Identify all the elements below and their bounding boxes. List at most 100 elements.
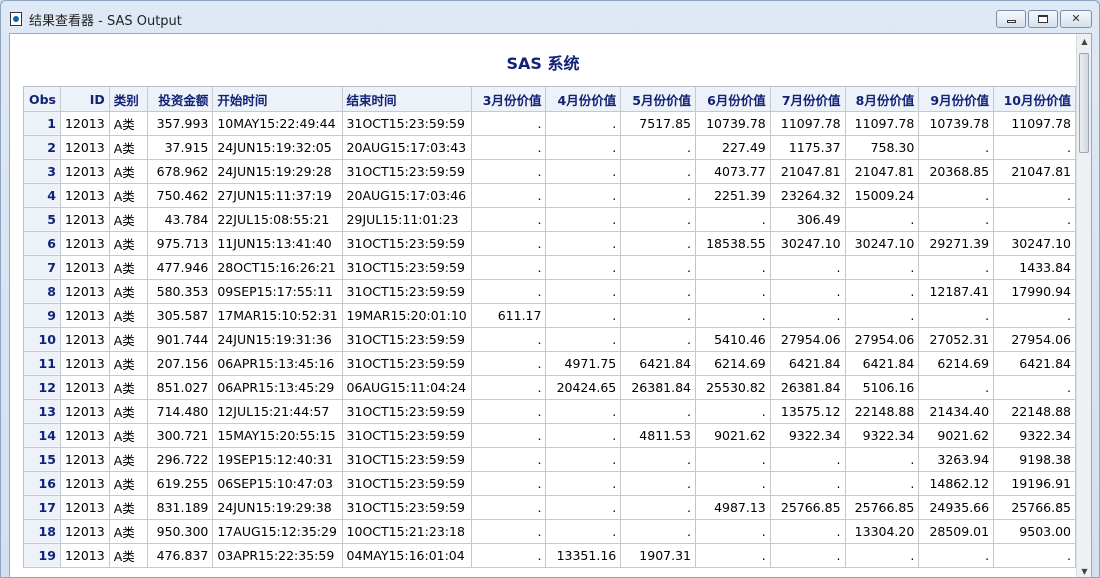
cell-id: 12013 — [60, 112, 110, 136]
cell-category: A类 — [109, 472, 148, 496]
obs-cell: 14 — [24, 424, 61, 448]
cell-aug-value: 15009.24 — [845, 184, 920, 208]
cell-end-time: 31OCT15:23:59:59 — [342, 352, 472, 376]
cell-sep-value: 27052.31 — [919, 328, 995, 352]
cell-id: 12013 — [60, 544, 110, 568]
cell-start-time: 27JUN15:11:37:19 — [213, 184, 343, 208]
cell-category: A类 — [109, 304, 148, 328]
cell-end-time: 04MAY15:16:01:04 — [342, 544, 472, 568]
cell-sep-value: 3263.94 — [919, 448, 995, 472]
cell-investment: 678.962 — [147, 160, 214, 184]
scroll-down-arrow-icon[interactable]: ▼ — [1077, 564, 1091, 577]
cell-investment: 296.722 — [147, 448, 214, 472]
cell-mar-value: . — [471, 208, 547, 232]
cell-jun-value: 10739.78 — [696, 112, 771, 136]
cell-jul-value: 21047.81 — [770, 160, 846, 184]
cell-mar-value: . — [471, 472, 547, 496]
cell-may-value: . — [621, 232, 696, 256]
cell-oct-value: 17990.94 — [994, 280, 1076, 304]
vertical-scrollbar[interactable]: ▲ ▼ — [1076, 34, 1091, 577]
cell-investment: 901.744 — [147, 328, 214, 352]
cell-jul-value: . — [770, 256, 846, 280]
cell-jul-value: 11097.78 — [770, 112, 846, 136]
cell-sep-value: . — [919, 304, 995, 328]
cell-start-time: 11JUN15:13:41:40 — [213, 232, 343, 256]
obs-cell: 8 — [24, 280, 61, 304]
cell-id: 12013 — [60, 160, 110, 184]
cell-apr-value: 20424.65 — [546, 376, 622, 400]
cell-jun-value: 6214.69 — [696, 352, 771, 376]
cell-investment: 37.915 — [147, 136, 214, 160]
column-header-id: ID — [60, 87, 110, 112]
cell-category: A类 — [109, 256, 148, 280]
cell-id: 12013 — [60, 496, 110, 520]
cell-may-value: . — [621, 280, 696, 304]
cell-category: A类 — [109, 280, 148, 304]
scroll-up-arrow-icon[interactable]: ▲ — [1077, 34, 1091, 50]
cell-apr-value: . — [546, 160, 622, 184]
table-row: 9 12013 A类 305.587 17MAR15:10:52:31 19MAR15:2… — [24, 304, 1076, 328]
cell-aug-value: 30247.10 — [845, 232, 920, 256]
cell-jul-value: 6421.84 — [770, 352, 846, 376]
cell-may-value: . — [621, 184, 696, 208]
table-row: 3 12013 A类 678.962 24JUN15:19:29:28 31OCT15:2… — [24, 160, 1076, 184]
cell-oct-value: 9198.38 — [994, 448, 1076, 472]
cell-may-value: 1907.31 — [621, 544, 696, 568]
cell-oct-value: 25766.85 — [994, 496, 1076, 520]
cell-oct-value: 9503.00 — [994, 520, 1076, 544]
cell-aug-value: 27954.06 — [845, 328, 920, 352]
cell-investment: 831.189 — [147, 496, 214, 520]
obs-cell: 3 — [24, 160, 61, 184]
cell-id: 12013 — [60, 256, 110, 280]
cell-oct-value: . — [994, 184, 1076, 208]
table-row: 15 12013 A类 296.722 19SEP15:12:40:31 31OCT15:… — [24, 448, 1076, 472]
title-bar[interactable]: 结果查看器 - SAS Output — [1, 1, 1099, 33]
cell-start-time: 24JUN15:19:31:36 — [213, 328, 343, 352]
cell-sep-value: 29271.39 — [919, 232, 995, 256]
obs-cell: 6 — [24, 232, 61, 256]
cell-may-value: 7517.85 — [621, 112, 696, 136]
cell-apr-value: . — [546, 472, 622, 496]
cell-aug-value: . — [845, 448, 920, 472]
close-button[interactable] — [1060, 10, 1092, 28]
cell-category: A类 — [109, 184, 148, 208]
cell-category: A类 — [109, 328, 148, 352]
cell-sep-value: 24935.66 — [919, 496, 995, 520]
table-row: 11 12013 A类 207.156 06APR15:13:45:16 31OCT15:… — [24, 352, 1076, 376]
cell-jun-value: . — [696, 256, 771, 280]
cell-aug-value: . — [845, 256, 920, 280]
scroll-thumb[interactable] — [1079, 53, 1089, 153]
maximize-button[interactable] — [1028, 10, 1058, 28]
cell-start-time: 12JUL15:21:44:57 — [213, 400, 343, 424]
cell-end-time: 31OCT15:23:59:59 — [342, 472, 472, 496]
table-row: 8 12013 A类 580.353 09SEP15:17:55:11 31OCT15:2… — [24, 280, 1076, 304]
cell-id: 12013 — [60, 352, 110, 376]
minimize-button[interactable] — [996, 10, 1026, 28]
cell-mar-value: . — [471, 424, 547, 448]
cell-jun-value: 2251.39 — [696, 184, 771, 208]
cell-apr-value: . — [546, 496, 622, 520]
column-header-may-value: 5月份价值 — [621, 87, 696, 112]
cell-may-value: 26381.84 — [621, 376, 696, 400]
cell-oct-value: . — [994, 376, 1076, 400]
cell-category: A类 — [109, 376, 148, 400]
cell-aug-value: 25766.85 — [845, 496, 920, 520]
cell-oct-value: . — [994, 304, 1076, 328]
cell-aug-value: 21047.81 — [845, 160, 920, 184]
cell-jul-value: 26381.84 — [770, 376, 846, 400]
cell-apr-value: . — [546, 280, 622, 304]
obs-cell: 4 — [24, 184, 61, 208]
cell-apr-value: . — [546, 208, 622, 232]
cell-may-value: 4811.53 — [621, 424, 696, 448]
cell-category: A类 — [109, 136, 148, 160]
cell-end-time: 31OCT15:23:59:59 — [342, 496, 472, 520]
table-row: 17 12013 A类 831.189 24JUN15:19:29:38 31OCT15:… — [24, 496, 1076, 520]
cell-aug-value: 9322.34 — [845, 424, 920, 448]
cell-may-value: . — [621, 400, 696, 424]
cell-category: A类 — [109, 424, 148, 448]
cell-end-time: 19MAR15:20:01:10 — [342, 304, 472, 328]
cell-investment: 750.462 — [147, 184, 214, 208]
cell-jun-value: . — [696, 448, 771, 472]
cell-aug-value: . — [845, 472, 920, 496]
obs-cell: 10 — [24, 328, 61, 352]
